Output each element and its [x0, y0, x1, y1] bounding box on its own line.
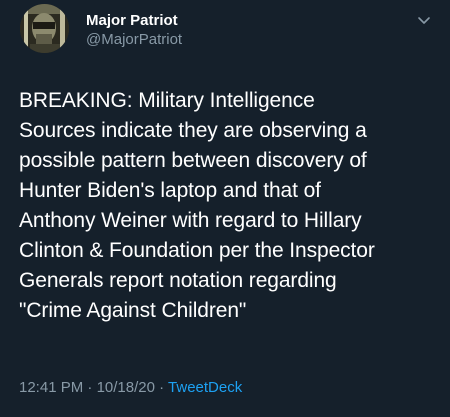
- avatar-image: [20, 4, 69, 53]
- tweet-text-line: Sources indicate they are observing a: [19, 119, 367, 142]
- author-handle[interactable]: @MajorPatriot: [86, 30, 182, 50]
- avatar[interactable]: [20, 4, 69, 53]
- tweet-text-line: BREAKING: Military Intelligence: [19, 89, 315, 112]
- tweet-text-line: Generals report notation regarding: [19, 269, 337, 292]
- tweet-text-line: "Crime Against Children": [19, 299, 247, 322]
- tweet-card: Major Patriot @MajorPatriot BREAKING: Mi…: [0, 0, 450, 417]
- tweet-metadata: 12:41 PM · 10/18/20 · TweetDeck: [19, 378, 242, 398]
- tweet-time[interactable]: 12:41 PM: [19, 379, 83, 396]
- chevron-down-icon[interactable]: [416, 14, 432, 26]
- tweet-source-link[interactable]: TweetDeck: [168, 379, 242, 396]
- author-names: Major Patriot @MajorPatriot: [86, 12, 182, 50]
- tweet-header: Major Patriot @MajorPatriot: [14, 4, 436, 60]
- tweet-text-line: Anthony Weiner with regard to Hillary: [19, 209, 362, 232]
- meta-separator: ·: [159, 379, 165, 396]
- tweet-text-line: Hunter Biden's laptop and that of: [19, 179, 321, 202]
- author-display-name[interactable]: Major Patriot: [86, 12, 182, 30]
- tweet-text-line: possible pattern between discovery of: [19, 149, 367, 172]
- tweet-text-line: Clinton & Foundation per the Inspector: [19, 239, 375, 262]
- tweet-date[interactable]: 10/18/20: [97, 379, 155, 396]
- meta-separator: ·: [87, 379, 93, 396]
- tweet-text: BREAKING: Military Intelligence Sources …: [19, 86, 439, 326]
